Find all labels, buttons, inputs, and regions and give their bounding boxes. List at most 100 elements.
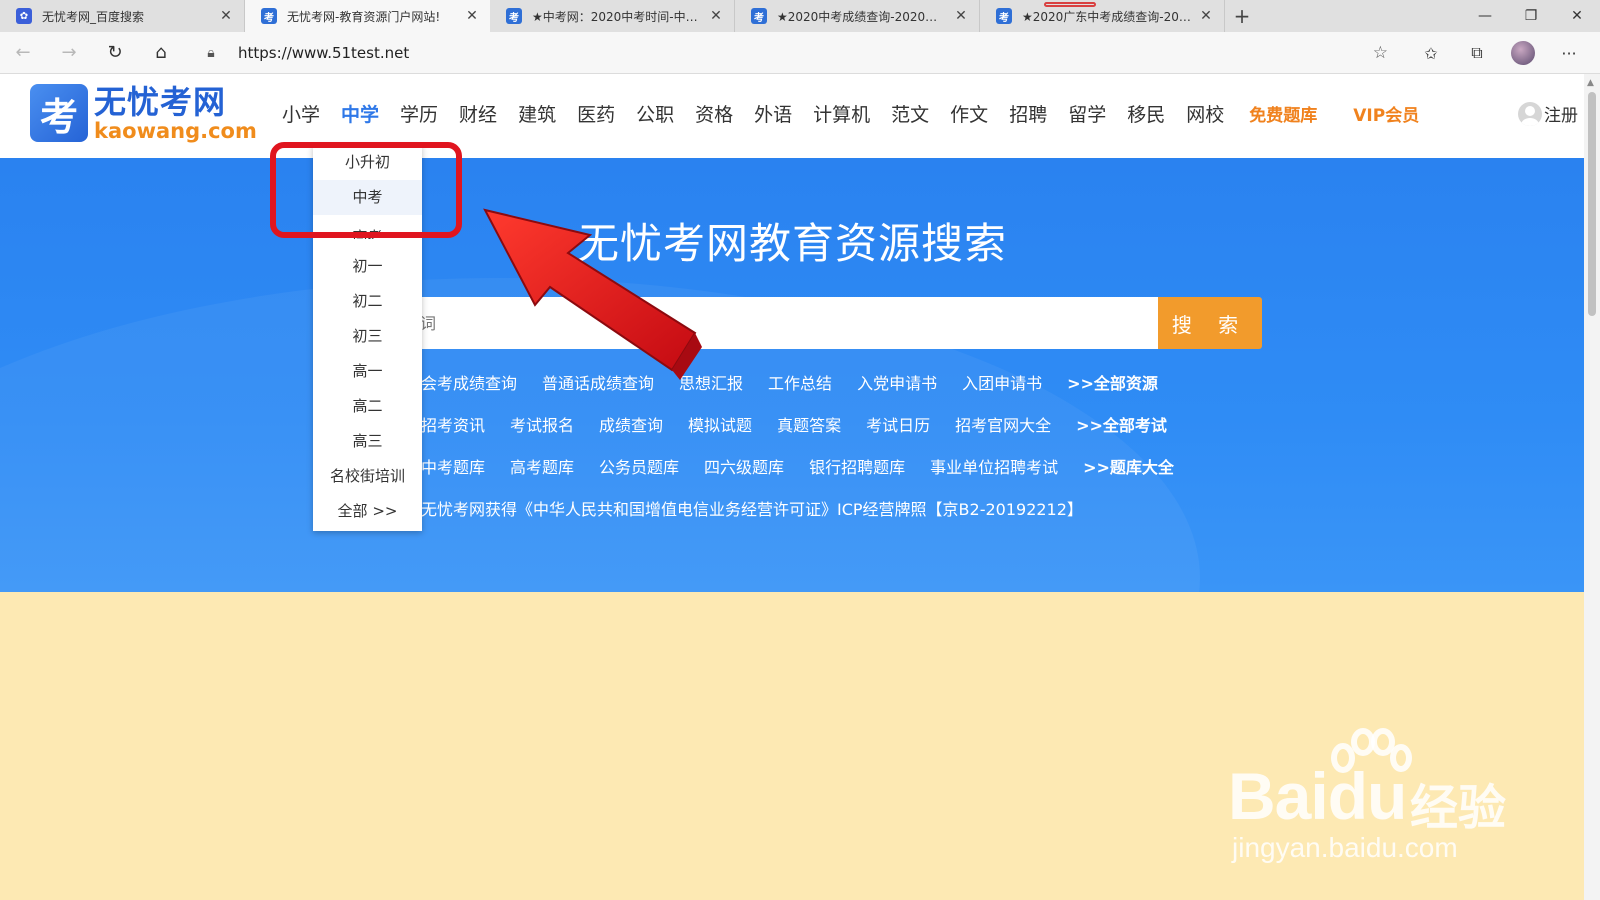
logo-cn: 无忧考网 bbox=[94, 83, 227, 121]
forward-icon[interactable]: → bbox=[46, 32, 92, 74]
tab-baidu-search[interactable]: ✿ 无忧考网_百度搜索 ✕ bbox=[0, 0, 245, 32]
scrollbar-thumb[interactable] bbox=[1588, 92, 1596, 316]
favorite-star-icon[interactable]: ☆ bbox=[1373, 43, 1388, 63]
close-icon[interactable]: ✕ bbox=[708, 8, 724, 24]
register-label: 注册 bbox=[1544, 106, 1578, 126]
nav-item-immigration[interactable]: 移民 bbox=[1127, 100, 1165, 127]
nav-item-primary[interactable]: 小学 bbox=[282, 100, 320, 127]
tab-title: ★中考网：2020中考时间-中考成 bbox=[532, 9, 702, 24]
dropdown-item-grade8[interactable]: 初二 bbox=[313, 284, 422, 319]
nav-item-construction[interactable]: 建筑 bbox=[518, 100, 556, 127]
new-tab-button[interactable]: + bbox=[1225, 0, 1259, 32]
nav-item-middle-school[interactable]: 中学 bbox=[341, 100, 379, 127]
quick-link[interactable]: 模拟试题 bbox=[688, 412, 752, 436]
minimize-icon[interactable]: — bbox=[1462, 0, 1508, 32]
all-question-banks-link[interactable]: >>题库大全 bbox=[1083, 454, 1174, 478]
dropdown-item-all[interactable]: 全部 >> bbox=[313, 494, 422, 529]
main-nav: 小学 中学 学历 财经 建筑 医药 公职 资格 外语 计算机 范文 作文 招聘 … bbox=[282, 100, 1451, 127]
quick-link[interactable]: 招考资讯 bbox=[421, 412, 485, 436]
user-icon bbox=[1518, 101, 1542, 126]
vip-member-link[interactable]: VIP会员 bbox=[1353, 101, 1419, 126]
quick-link[interactable]: 入团申请书 bbox=[962, 370, 1042, 394]
kao-icon: 考 bbox=[751, 8, 767, 24]
lock-icon[interactable]: 🔒︎ bbox=[196, 45, 226, 61]
quick-links-question-banks: 中考题库 高考题库 公务员题库 四六级题库 银行招聘题库 事业单位招聘考试 >>… bbox=[421, 454, 1199, 478]
quick-link[interactable]: 工作总结 bbox=[768, 370, 832, 394]
tab-audio-indicator bbox=[1044, 2, 1096, 7]
restore-icon[interactable]: ❐ bbox=[1508, 0, 1554, 32]
logo-en: kaowang.com bbox=[94, 119, 257, 143]
address-bar: ← → ↻ ⌂ 🔒︎ https://www.51test.net ☆ ✩ ⧉ … bbox=[0, 32, 1600, 74]
dropdown-item-famous-school-training[interactable]: 名校街培训 bbox=[313, 459, 422, 494]
scroll-up-icon[interactable]: ▲ bbox=[1587, 78, 1594, 88]
nav-item-finance[interactable]: 财经 bbox=[459, 100, 497, 127]
tab-title: ★2020中考成绩查询-2020年中考 bbox=[777, 9, 947, 24]
quick-link[interactable]: 考试报名 bbox=[510, 412, 574, 436]
annotation-highlight-box bbox=[270, 142, 462, 238]
watermark-url: jingyan.baidu.com bbox=[1232, 832, 1458, 863]
close-icon[interactable]: ✕ bbox=[953, 8, 969, 24]
nav-item-composition[interactable]: 作文 bbox=[950, 100, 988, 127]
close-icon[interactable]: ✕ bbox=[464, 8, 480, 24]
site-logo[interactable]: 考 无忧考网 kaowang.com bbox=[30, 84, 257, 142]
quick-link[interactable]: 考试日历 bbox=[866, 412, 930, 436]
tab-51test-home[interactable]: 考 无忧考网-教育资源门户网站! ✕ bbox=[245, 0, 490, 32]
nav-item-study-abroad[interactable]: 留学 bbox=[1068, 100, 1106, 127]
nav-item-computer[interactable]: 计算机 bbox=[813, 100, 870, 127]
license-text[interactable]: 无忧考网获得《中华人民共和国增值电信业务经营许可证》ICP经营牌照【京B2-20… bbox=[421, 496, 1083, 520]
watermark-brand-bai: Bai bbox=[1228, 759, 1329, 833]
register-link[interactable]: 注册 bbox=[1518, 101, 1578, 126]
quick-link[interactable]: 公务员题库 bbox=[599, 454, 679, 478]
url-field[interactable]: 🔒︎ https://www.51test.net ☆ bbox=[196, 37, 1396, 69]
quick-link[interactable]: 高考题库 bbox=[510, 454, 574, 478]
dropdown-item-grade11[interactable]: 高二 bbox=[313, 389, 422, 424]
search-button[interactable]: 搜 索 bbox=[1158, 297, 1262, 349]
dropdown-item-grade9[interactable]: 初三 bbox=[313, 319, 422, 354]
back-icon[interactable]: ← bbox=[0, 32, 46, 74]
collections-icon[interactable]: ⧉ bbox=[1454, 32, 1500, 74]
refresh-icon[interactable]: ↻ bbox=[92, 32, 138, 74]
nav-item-qualification[interactable]: 资格 bbox=[695, 100, 733, 127]
favorites-icon[interactable]: ✩ bbox=[1408, 32, 1454, 74]
nav-item-foreign-language[interactable]: 外语 bbox=[754, 100, 792, 127]
nav-item-medicine[interactable]: 医药 bbox=[577, 100, 615, 127]
tab-strip: ✿ 无忧考网_百度搜索 ✕ 考 无忧考网-教育资源门户网站! ✕ 考 ★中考网：… bbox=[0, 0, 1600, 32]
tab-title: ★2020广东中考成绩查询-2020年 bbox=[1022, 9, 1192, 24]
dropdown-item-grade7[interactable]: 初一 bbox=[313, 249, 422, 284]
profile-avatar[interactable] bbox=[1511, 41, 1535, 65]
close-icon[interactable]: ✕ bbox=[1198, 8, 1214, 24]
close-icon[interactable]: ✕ bbox=[218, 8, 234, 24]
url-text[interactable]: https://www.51test.net bbox=[238, 44, 409, 62]
quick-link[interactable]: 入党申请书 bbox=[857, 370, 937, 394]
nav-item-degree[interactable]: 学历 bbox=[400, 100, 438, 127]
tab-zhongkao-score[interactable]: 考 ★2020中考成绩查询-2020年中考 ✕ bbox=[735, 0, 980, 32]
nav-item-online-school[interactable]: 网校 bbox=[1186, 100, 1224, 127]
hero-search-section: 无忧考网教育资源搜索 搜 索 会考成绩查询 普通话成绩查询 思想汇报 工作总结 … bbox=[0, 158, 1584, 592]
more-icon[interactable]: ··· bbox=[1546, 32, 1592, 74]
logo-badge: 考 bbox=[30, 84, 88, 142]
nav-item-essay-samples[interactable]: 范文 bbox=[891, 100, 929, 127]
free-question-bank-link[interactable]: 免费题库 bbox=[1249, 101, 1317, 126]
quick-link[interactable]: 真题答案 bbox=[777, 412, 841, 436]
home-icon[interactable]: ⌂ bbox=[138, 32, 184, 74]
close-window-icon[interactable]: ✕ bbox=[1554, 0, 1600, 32]
all-resources-link[interactable]: >>全部资源 bbox=[1067, 370, 1158, 394]
all-exams-link[interactable]: >>全部考试 bbox=[1076, 412, 1167, 436]
tab-zhongkao-time[interactable]: 考 ★中考网：2020中考时间-中考成 ✕ bbox=[490, 0, 735, 32]
quick-link[interactable]: 中考题库 bbox=[421, 454, 485, 478]
dropdown-item-grade10[interactable]: 高一 bbox=[313, 354, 422, 389]
tab-title: 无忧考网_百度搜索 bbox=[42, 9, 145, 24]
watermark-brand: Baidu bbox=[1228, 758, 1407, 834]
quick-link[interactable]: 招考官网大全 bbox=[955, 412, 1051, 436]
quick-link[interactable]: 四六级题库 bbox=[704, 454, 784, 478]
window-controls: — ❐ ✕ bbox=[1462, 0, 1600, 32]
page-scrollbar[interactable]: ▲ bbox=[1584, 74, 1600, 900]
nav-item-civil-service[interactable]: 公职 bbox=[636, 100, 674, 127]
quick-link[interactable]: 银行招聘题库 bbox=[809, 454, 905, 478]
quick-link[interactable]: 事业单位招聘考试 bbox=[930, 454, 1058, 478]
tab-guangdong-score[interactable]: 考 ★2020广东中考成绩查询-2020年 ✕ bbox=[980, 0, 1225, 32]
dropdown-item-grade12[interactable]: 高三 bbox=[313, 424, 422, 459]
quick-link[interactable]: 成绩查询 bbox=[599, 412, 663, 436]
site-header: 考 无忧考网 kaowang.com 小学 中学 学历 财经 建筑 医药 公职 … bbox=[0, 74, 1584, 158]
nav-item-recruitment[interactable]: 招聘 bbox=[1009, 100, 1047, 127]
